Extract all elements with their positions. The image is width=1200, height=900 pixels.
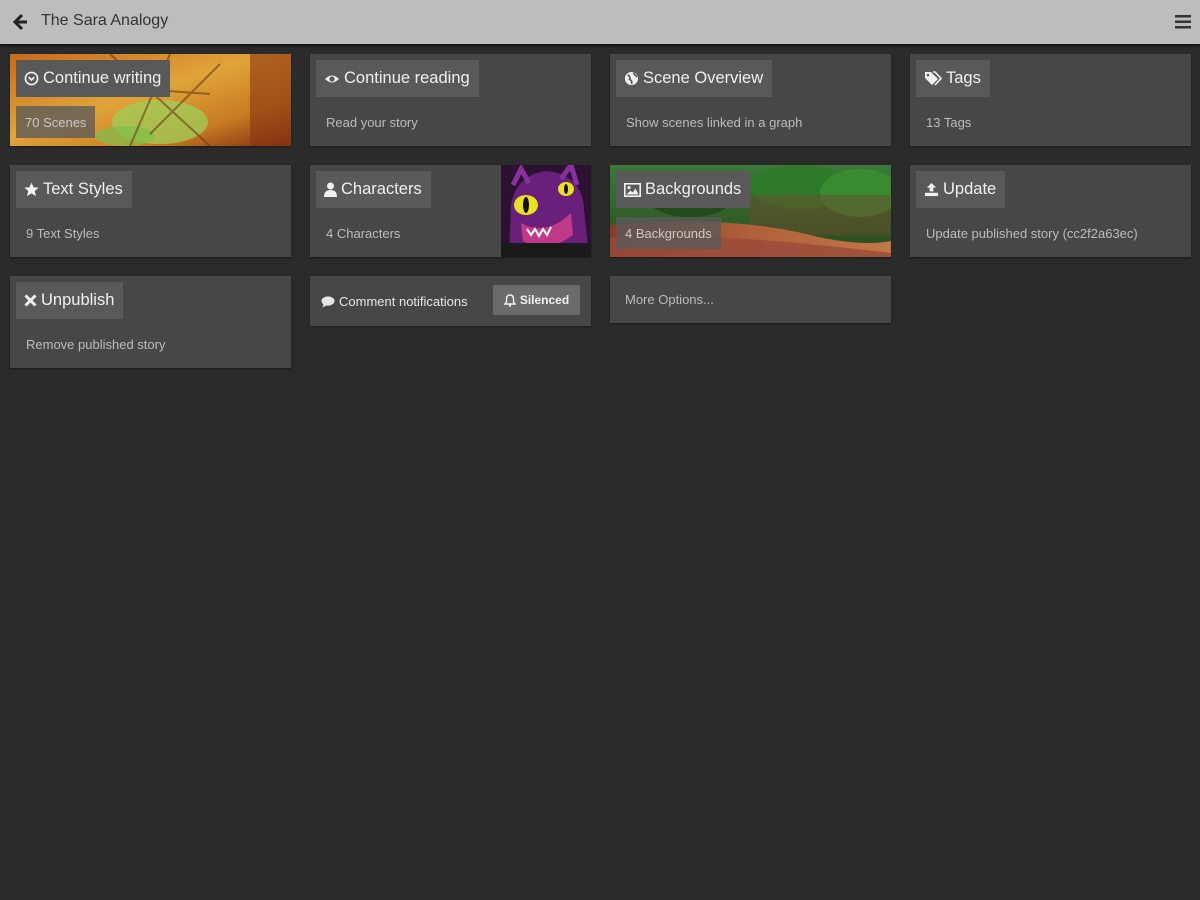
- bell-icon: [503, 293, 516, 307]
- continue-writing-button[interactable]: Continue writing: [16, 60, 171, 97]
- comment-notifications-label: Comment notifications: [339, 294, 468, 309]
- unpublish-card[interactable]: Unpublish Remove published story: [10, 276, 291, 368]
- characters-card[interactable]: Characters 4 Characters: [310, 165, 591, 257]
- top-bar: The Sara Analogy: [0, 0, 1200, 44]
- tags-icon: [925, 71, 942, 86]
- comment-notifications-panel: Comment notifications Silenced: [310, 276, 591, 326]
- characters-count: 4 Characters: [326, 226, 401, 241]
- story-title: The Sara Analogy: [41, 12, 169, 29]
- update-card[interactable]: Update Update published story (cc2f2a63e…: [910, 165, 1191, 257]
- times-icon: [24, 294, 37, 307]
- menu-button[interactable]: [1175, 14, 1191, 30]
- backgrounds-button[interactable]: Backgrounds: [616, 171, 751, 208]
- globe-icon: [624, 71, 639, 86]
- image-icon: [624, 182, 641, 197]
- upload-icon: [924, 182, 939, 197]
- text-styles-label: Text Styles: [43, 180, 123, 198]
- arrow-left-icon: [12, 13, 27, 31]
- back-button[interactable]: [10, 10, 32, 34]
- backgrounds-card[interactable]: Backgrounds 4 Backgrounds: [610, 165, 891, 257]
- scene-overview-card[interactable]: Scene Overview Show scenes linked in a g…: [610, 54, 891, 146]
- update-label: Update: [943, 180, 997, 198]
- continue-reading-button[interactable]: Continue reading: [316, 60, 479, 97]
- circle-arrow-icon: [24, 71, 39, 86]
- silenced-toggle-button[interactable]: Silenced: [493, 285, 580, 315]
- continue-reading-card[interactable]: Continue reading Read your story: [310, 54, 591, 146]
- continue-reading-description: Read your story: [326, 115, 418, 130]
- text-styles-button[interactable]: Text Styles: [16, 171, 132, 208]
- comment-notifications-row: Comment notifications: [321, 294, 468, 309]
- continue-writing-label: Continue writing: [43, 69, 162, 87]
- hamburger-menu-icon: [1175, 15, 1191, 29]
- unpublish-label: Unpublish: [41, 291, 115, 309]
- tags-button[interactable]: Tags: [916, 60, 990, 97]
- text-styles-card[interactable]: Text Styles 9 Text Styles: [10, 165, 291, 257]
- backgrounds-label: Backgrounds: [645, 180, 742, 198]
- tags-label: Tags: [946, 69, 981, 87]
- scene-overview-description: Show scenes linked in a graph: [626, 115, 803, 130]
- star-icon: [24, 182, 39, 197]
- tags-count: 13 Tags: [926, 115, 972, 130]
- characters-label: Characters: [341, 180, 422, 198]
- scene-overview-button[interactable]: Scene Overview: [616, 60, 773, 97]
- backgrounds-count: 4 Backgrounds: [616, 217, 721, 249]
- character-portrait-image: [501, 165, 591, 257]
- eye-icon: [325, 75, 339, 82]
- unpublish-button[interactable]: Unpublish: [16, 282, 124, 319]
- characters-button[interactable]: Characters: [316, 171, 431, 208]
- comment-icon: [321, 295, 335, 307]
- text-styles-count: 9 Text Styles: [26, 226, 100, 241]
- update-button[interactable]: Update: [916, 171, 1006, 208]
- silenced-label: Silenced: [519, 293, 570, 307]
- scene-overview-label: Scene Overview: [643, 69, 764, 87]
- update-description: Update published story (cc2f2a63ec): [926, 226, 1138, 241]
- more-options-label: More Options...: [625, 292, 714, 307]
- scene-count: 70 Scenes: [16, 106, 96, 138]
- continue-writing-card[interactable]: Continue writing 70 Scenes: [10, 54, 291, 146]
- unpublish-description: Remove published story: [26, 337, 166, 352]
- continue-reading-label: Continue reading: [344, 69, 470, 87]
- more-options-button[interactable]: More Options...: [610, 276, 891, 323]
- tags-card[interactable]: Tags 13 Tags: [910, 54, 1191, 146]
- user-icon: [324, 182, 337, 197]
